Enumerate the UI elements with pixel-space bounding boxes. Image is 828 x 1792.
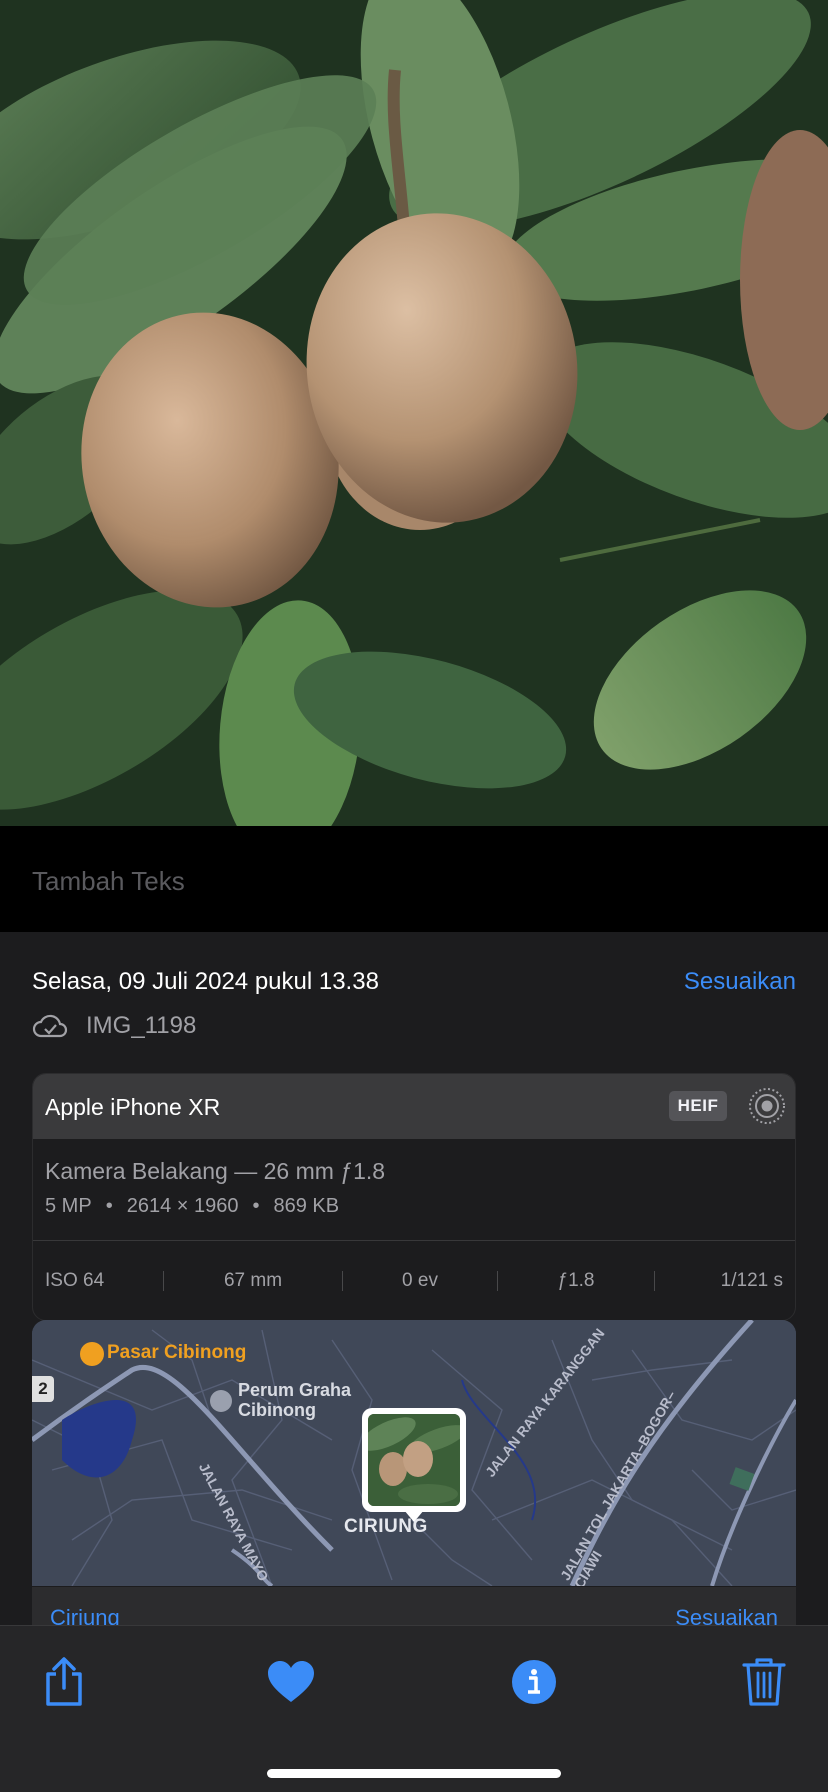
iso-value: ISO 64 [45,1270,105,1291]
file-size: 869 KB [273,1195,340,1217]
aperture-value: ƒ1.8 [557,1270,595,1291]
icloud-check-icon [32,1014,68,1038]
poi-perum-graha[interactable]: Perum Graha Cibinong [238,1380,351,1420]
file-name: IMG_1198 [86,1012,197,1039]
sapodilla-photo [0,0,828,826]
delete-button[interactable] [734,1654,794,1710]
home-indicator[interactable] [267,1769,561,1778]
image-specs: 5 MP • 2614 × 1960 • 869 KB [45,1195,339,1218]
caption-area[interactable]: Tambah Teks [0,826,828,932]
housing-icon [210,1390,232,1412]
camera-details-card: Apple iPhone XR HEIF Kamera Belakang — 2… [32,1073,796,1321]
photo-location-pin[interactable] [362,1408,466,1512]
lens-info: Kamera Belakang — 26 mm ƒ1.8 [45,1158,386,1184]
capture-date: Selasa, 09 Juli 2024 pukul 13.38 [32,968,379,995]
share-button[interactable] [34,1654,94,1710]
route-badge: 2 [32,1376,54,1402]
poi-line-2: Cibinong [238,1400,316,1420]
location-map[interactable]: 2 Pasar Cibinong Perum Graha Cibinong JA… [32,1320,796,1586]
info-sheet: Selasa, 09 Juli 2024 pukul 13.38 Sesuaik… [0,932,828,1632]
poi-line-1: Perum Graha [238,1380,352,1400]
share-icon [46,1657,82,1706]
resolution: 5 MP [45,1195,92,1217]
camera-header: Apple iPhone XR HEIF [33,1074,795,1139]
separator-dot: • [105,1195,113,1217]
separator-dot: • [252,1195,260,1217]
add-caption-field[interactable]: Tambah Teks [32,866,185,897]
shutter-speed-value: 1/121 s [720,1270,783,1291]
adjust-date-button[interactable]: Sesuaikan [684,968,796,996]
focal-length-value: 67 mm [223,1270,283,1291]
district-label: CIRIUNG [344,1516,428,1537]
format-badge: HEIF [669,1091,727,1121]
favorite-button[interactable] [261,1654,321,1710]
pin-thumbnail [368,1414,460,1506]
device-name: Apple iPhone XR [45,1094,221,1120]
file-row: IMG_1198 [32,1008,196,1044]
bottom-toolbar [0,1625,828,1792]
photo-viewer[interactable] [0,0,828,826]
heart-icon [268,1661,314,1702]
market-icon [80,1342,104,1366]
exif-row: ISO 64 67 mm 0 ev ƒ1.8 1/121 s [33,1240,795,1320]
dimensions: 2614 × 1960 [126,1195,239,1217]
info-icon [512,1660,556,1704]
poi-pasar-cibinong[interactable]: Pasar Cibinong [107,1342,246,1364]
trash-icon [742,1658,786,1706]
live-photo-icon [749,1088,785,1124]
info-button[interactable] [504,1654,564,1710]
exposure-value: 0 ev [402,1270,438,1291]
